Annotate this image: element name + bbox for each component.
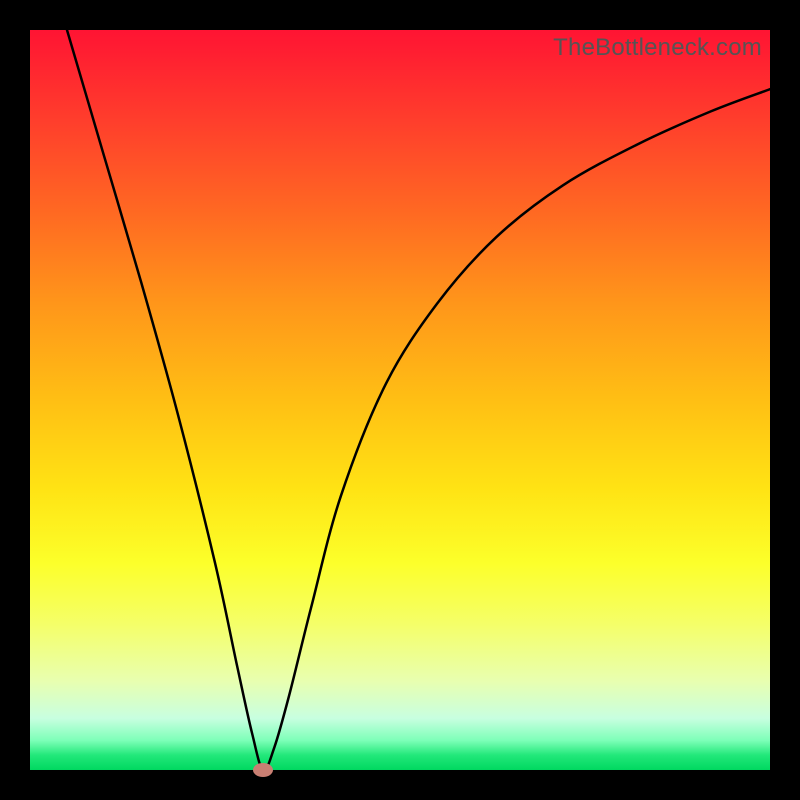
- plot-area: TheBottleneck.com: [30, 30, 770, 770]
- bottleneck-curve: [30, 30, 770, 770]
- chart-frame: TheBottleneck.com: [0, 0, 800, 800]
- attribution-text: TheBottleneck.com: [553, 34, 762, 62]
- minimum-marker: [253, 763, 273, 777]
